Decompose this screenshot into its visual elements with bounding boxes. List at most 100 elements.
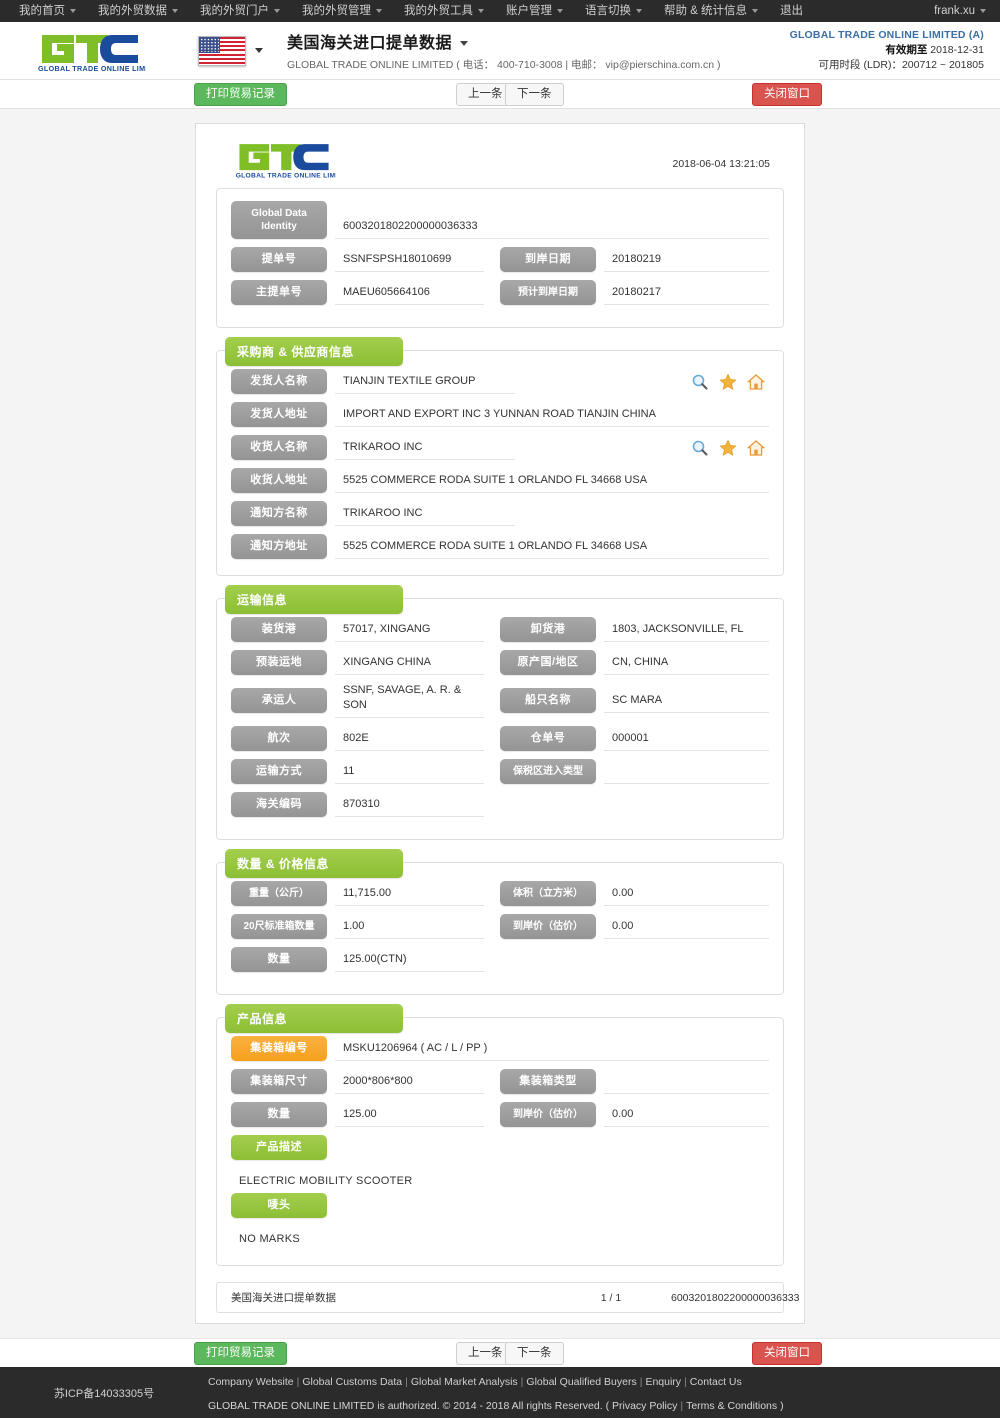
country-selector[interactable] [198, 35, 263, 66]
row-shipping-marks-label: 唛头 [231, 1193, 769, 1218]
page-title[interactable]: 美国海关进口提单数据 [287, 29, 721, 53]
chevron-down-icon [980, 8, 986, 13]
value-notify-party-address: 5525 COMMERCE RODA SUITE 1 ORLANDO FL 34… [335, 539, 769, 559]
value-product-description: ELECTRIC MOBILITY SCOOTER [239, 1175, 413, 1187]
document-footer-name: 美国海关进口提单数据 [231, 1292, 336, 1304]
footer-copyright: GLOBAL TRADE ONLINE LIMITED is authorize… [208, 1400, 784, 1412]
print-record-button[interactable]: 打印贸易记录 [194, 83, 287, 106]
page-title-text: 美国海关进口提单数据 [287, 35, 453, 52]
user-menu[interactable]: frank.xu [934, 5, 986, 17]
footer-link-global-qualified-buyers[interactable]: Global Qualified Buyers [526, 1376, 636, 1388]
value-place-of-receipt: XINGANG CHINA [335, 655, 484, 675]
nav-item-label: 我的外贸门户 [200, 5, 269, 17]
footer-links: Company Website | Global Customs Data | Glob… [208, 1376, 742, 1388]
shipper-actions [691, 372, 765, 391]
section-title-transport: 运输信息 [225, 585, 403, 614]
nav-item-trade-data[interactable]: 我的外贸数据 [87, 0, 189, 22]
close-window-button-bottom[interactable]: 关闭窗口 [752, 1342, 822, 1365]
footer-link-global-market-analysis[interactable]: Global Market Analysis [411, 1376, 518, 1388]
footer-link-company-website[interactable]: Company Website [208, 1376, 294, 1388]
section-title-product: 产品信息 [225, 1004, 403, 1033]
chevron-down-icon [255, 48, 263, 53]
user-name: frank.xu [934, 5, 975, 17]
row-consignee-name: 收货人名称 TRIKAROO INC [231, 435, 769, 460]
toolbar-top: 打印贸易记录 上一条 下一条 关闭窗口 [0, 80, 1000, 109]
value-voyage: 802E [335, 731, 484, 751]
search-icon[interactable] [691, 373, 709, 391]
search-icon[interactable] [691, 439, 709, 457]
document-timestamp: 2018-06-04 13:21:05 [672, 158, 771, 170]
footer-link-contact-us[interactable]: Contact Us [690, 1376, 742, 1388]
star-icon[interactable] [719, 372, 737, 391]
row-notify-party-name: 通知方名称 TRIKAROO INC [231, 501, 769, 526]
next-record-button-bottom[interactable]: 下一条 [505, 1342, 564, 1365]
row-hs-code: 海关编码 870310 [231, 792, 769, 817]
label-container-number: 集装箱编号 [231, 1036, 327, 1061]
print-record-button-bottom[interactable]: 打印贸易记录 [194, 1342, 287, 1365]
value-container-size: 2000*806*800 [335, 1074, 484, 1094]
value-warehouse-receipt-no: 000001 [604, 731, 769, 751]
footer-link-enquiry[interactable]: Enquiry [645, 1376, 681, 1388]
value-country-of-origin: CN, CHINA [604, 655, 769, 675]
label-hs-code: 海关编码 [231, 792, 327, 817]
value-bill-number: SSNFSPSH18010699 [335, 252, 484, 272]
document-footer-identity: 6003201802200000036333 [671, 1291, 800, 1304]
label-vessel-name: 船只名称 [500, 688, 596, 713]
value-port-of-loading: 57017, XINGANG [335, 622, 484, 642]
value-estimated-arrival-date: 20180217 [604, 285, 769, 305]
home-icon[interactable] [747, 439, 765, 457]
footer-link-privacy-policy[interactable]: Privacy Policy [612, 1400, 677, 1412]
account-company: GLOBAL TRADE ONLINE LIMITED (A) [789, 29, 984, 41]
nav-item-account-management[interactable]: 账户管理 [495, 0, 574, 22]
validity-value: 2018-12-31 [930, 44, 984, 56]
nav-item-logout[interactable]: 退出 [769, 0, 814, 22]
copyright-text: GLOBAL TRADE ONLINE LIMITED is authorize… [208, 1400, 610, 1412]
star-icon[interactable] [719, 438, 737, 457]
label-weight: 重量（公斤） [231, 881, 327, 906]
toolbar-bottom: 打印贸易记录 上一条 下一条 关闭窗口 [0, 1338, 1000, 1367]
nav-item-trade-management[interactable]: 我的外贸管理 [291, 0, 393, 22]
label-global-data-identity: Global Data Identity [231, 201, 327, 239]
account-validity: 有效期至 2018-12-31 [790, 43, 984, 58]
label-estimated-arrival-date: 预计到岸日期 [500, 280, 596, 305]
next-record-button[interactable]: 下一条 [505, 83, 564, 106]
nav-item-help-stats[interactable]: 帮助 & 统计信息 [653, 0, 769, 22]
label-country-of-origin: 原产国/地区 [500, 650, 596, 675]
section-title-quantity-price: 数量 & 价格信息 [225, 849, 403, 878]
section-quantity-price: 数量 & 价格信息 重量（公斤） 11,715.00 体积（立方米） 0.00 … [216, 849, 784, 995]
value-shipper-address: IMPORT AND EXPORT INC 3 YUNNAN ROAD TIAN… [335, 407, 769, 427]
row-teu: 20尺标准箱数量 1.00 到岸价（估价） 0.00 [231, 914, 769, 939]
site-footer: 苏ICP备14033305号 Company Website | Global Cu… [0, 1367, 1000, 1418]
nav-item-label: 我的外贸工具 [404, 5, 473, 17]
label-arrival-date: 到岸日期 [500, 247, 596, 272]
value-shipper-name: TIANJIN TEXTILE GROUP [335, 374, 515, 394]
home-icon[interactable] [747, 373, 765, 391]
chevron-down-icon [478, 8, 484, 13]
chevron-down-icon [274, 8, 280, 13]
label-product-quantity: 数量 [231, 1102, 327, 1127]
nav-item-label: 我的首页 [19, 5, 65, 17]
label-port-of-loading: 装货港 [231, 617, 327, 642]
row-transport-mode: 运输方式 11 保税区进入类型 [231, 759, 769, 784]
nav-item-home[interactable]: 我的首页 [8, 0, 87, 22]
value-transport-mode: 11 [335, 764, 484, 784]
label-shipper-address: 发货人地址 [231, 402, 327, 427]
gto-logo[interactable]: GLOBAL TRADE ONLINE LIMITED [16, 29, 156, 73]
close-window-button[interactable]: 关闭窗口 [752, 83, 822, 106]
nav-item-trade-portal[interactable]: 我的外贸门户 [189, 0, 291, 22]
row-weight: 重量（公斤） 11,715.00 体积（立方米） 0.00 [231, 881, 769, 906]
nav-item-label: 账户管理 [506, 5, 552, 17]
document-footer-page: 1 / 1 [600, 1291, 622, 1304]
footer-link-terms[interactable]: Terms & Conditions [686, 1400, 777, 1412]
value-carrier: SSNF, SAVAGE, A. R. & SON [335, 683, 484, 718]
page-subtitle: GLOBAL TRADE ONLINE LIMITED ( 电话： 400-71… [287, 59, 721, 71]
label-consignee-name: 收货人名称 [231, 435, 327, 460]
value-volume: 0.00 [604, 886, 769, 906]
nav-item-trade-tools[interactable]: 我的外贸工具 [393, 0, 495, 22]
nav-item-language-switch[interactable]: 语言切换 [574, 0, 653, 22]
section-transport: 运输信息 装货港 57017, XINGANG 卸货港 1803, JACKSO… [216, 585, 784, 840]
footer-link-global-customs-data[interactable]: Global Customs Data [302, 1376, 402, 1388]
document-header: GLOBAL TRADE ONLINE LIMITED 2018-06-04 1… [208, 134, 792, 188]
nav-item-label: 我的外贸管理 [302, 5, 371, 17]
section-title-buyer-supplier: 采购商 & 供应商信息 [225, 337, 403, 366]
